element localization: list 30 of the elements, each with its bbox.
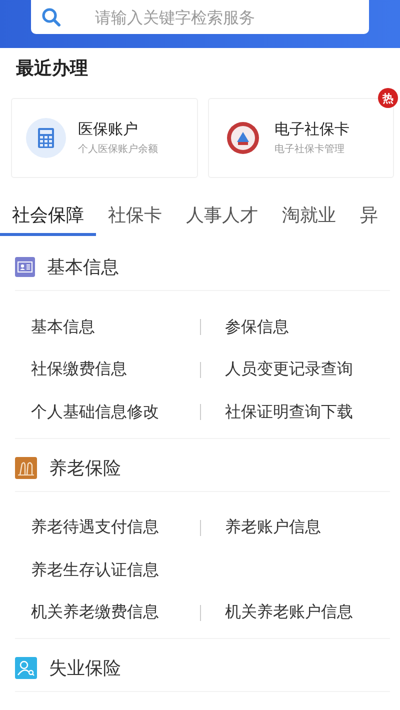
card-subtitle: 电子社保卡管理 [274,142,346,156]
person-search-icon [15,657,37,679]
card-subtitle: 个人医保账户余额 [78,142,158,156]
id-card-icon [15,257,35,277]
section-title: 失业保险 [49,657,121,680]
menu-item[interactable]: 社保缴费信息 [31,359,127,378]
hot-badge: 热 [378,88,398,108]
menu-item[interactable]: 养老待遇支付信息 [31,517,159,536]
section-heading: 最近办理 [15,57,89,81]
menu-item[interactable]: 基本信息 [31,316,95,336]
menu-item[interactable]: 个人基础信息修改 [31,402,159,421]
menu-item[interactable]: 参保信息 [224,316,289,336]
menu-item[interactable]: 人员变更记录查询 [224,359,353,378]
card-title: 电子社保卡 [274,120,350,139]
tab[interactable]: 人事人才 [174,196,270,236]
calculator-icon [26,118,66,158]
search-field[interactable]: 请输入关键字检索服务 [31,0,369,34]
section-title: 养老保险 [49,456,121,480]
tab[interactable]: 社保卡 [96,196,174,236]
menu-item[interactable]: 机关养老缴费信息 [31,602,159,622]
menu-item[interactable]: 社保证明查询下载 [224,402,353,421]
section-title: 基本信息 [47,256,119,279]
menu-item[interactable]: 养老账户信息 [224,517,321,536]
menu-item[interactable]: 机关养老账户信息 [224,602,353,622]
tab[interactable]: 异 [348,196,390,236]
service-card[interactable]: 医保账户 个人医保账户余额 [11,98,198,178]
tab[interactable]: 社会保障 [0,196,96,236]
card-title: 医保账户 [78,120,139,139]
tab[interactable]: 淘就业 [270,196,348,236]
menu-item[interactable]: 养老生存认证信息 [31,560,159,579]
